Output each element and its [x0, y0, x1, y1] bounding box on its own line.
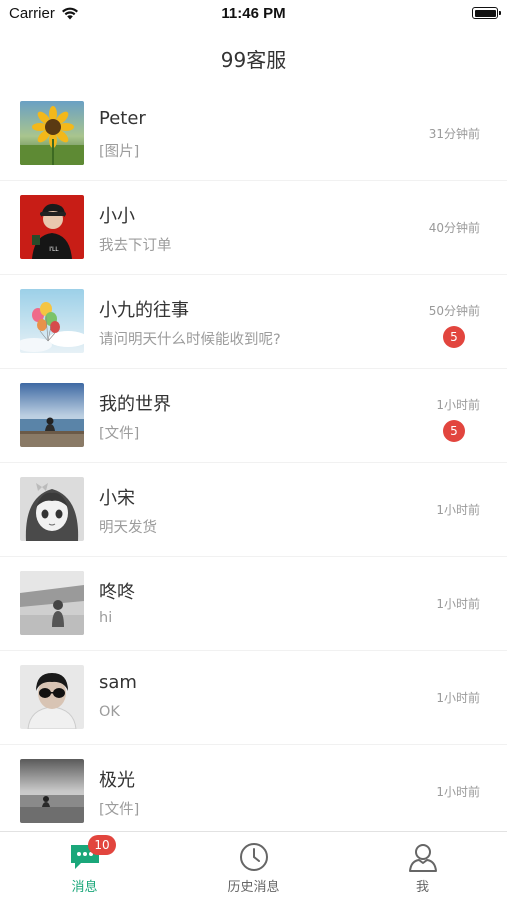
tab-unread-badge: 10 [88, 835, 116, 855]
avatar-gray-photo[interactable] [20, 571, 84, 635]
clock-icon [239, 843, 268, 871]
avatar-seaside[interactable] [20, 383, 84, 447]
status-time: 11:46 PM [221, 5, 286, 22]
conversation-row-sam[interactable]: sam OK 1小时前 [0, 651, 507, 745]
conversation-time: 1小时前 [436, 597, 480, 611]
conversation-preview: [文件] [99, 802, 140, 818]
avatar-balloons[interactable] [20, 289, 84, 353]
person-icon [408, 844, 437, 872]
conversation-preview: hi [99, 610, 113, 626]
conversation-name: 咚咚 [99, 582, 135, 603]
conversation-row-xiaojiu[interactable]: 小九的往事 请问明天什么时候能收到呢? 50分钟前 5 [0, 275, 507, 369]
tab-label: 消息 [71, 880, 98, 895]
tab-history[interactable]: 历史消息 [169, 832, 338, 901]
conversation-preview: 请问明天什么时候能收到呢? [99, 332, 281, 348]
conversation-preview: 明天发货 [99, 520, 157, 536]
conversation-name: sam [99, 672, 137, 693]
avatar-anime-girl[interactable] [20, 477, 84, 541]
conversation-row-wodeshijie[interactable]: 我的世界 [文件] 1小时前 5 [0, 369, 507, 463]
avatar-sunflower[interactable] [20, 101, 84, 165]
conversation-name: 小九的往事 [99, 300, 189, 321]
conversation-row-peter[interactable]: Peter [图片] 31分钟前 [0, 87, 507, 181]
conversation-name: 小宋 [99, 488, 135, 509]
tab-label: 我 [415, 880, 429, 895]
avatar-gray-seaside[interactable] [20, 759, 84, 823]
conversation-time: 50分钟前 [428, 304, 480, 318]
conversation-time: 40分钟前 [428, 221, 480, 235]
conversation-list: Peter [图片] 31分钟前 I'LL 小小 我去下订单 40分钟前 小九的… [0, 87, 507, 839]
conversation-name: 极光 [99, 770, 135, 791]
conversation-preview: 我去下订单 [99, 238, 172, 254]
page-title: 99客服 [220, 48, 287, 72]
unread-badge: 5 [443, 326, 465, 348]
conversation-name: Peter [99, 108, 146, 129]
tab-me[interactable]: 我 [338, 832, 507, 901]
conversation-time: 1小时前 [436, 503, 480, 517]
tab-label: 历史消息 [227, 880, 280, 895]
avatar-person-red[interactable]: I'LL [20, 195, 84, 259]
conversation-preview: [文件] [99, 426, 140, 442]
conversation-row-xiaoxiao[interactable]: I'LL 小小 我去下订单 40分钟前 [0, 181, 507, 275]
avatar-sunglasses[interactable] [20, 665, 84, 729]
conversation-row-jiguang[interactable]: 极光 [文件] 1小时前 [0, 745, 507, 839]
tab-messages[interactable]: 10 消息 [0, 832, 169, 901]
tab-bar: 10 消息 历史消息 我 [0, 831, 507, 901]
status-bar: Carrier 11:46 PM [0, 0, 507, 30]
conversation-time: 1小时前 [436, 785, 480, 799]
conversation-row-xiaosong[interactable]: 小宋 明天发货 1小时前 [0, 463, 507, 557]
battery-icon [472, 7, 501, 19]
svg-text:I'LL: I'LL [49, 247, 59, 253]
conversation-time: 1小时前 [436, 691, 480, 705]
conversation-preview: OK [99, 704, 120, 720]
conversation-name: 小小 [99, 206, 135, 227]
conversation-time: 1小时前 [436, 398, 480, 412]
conversation-row-dongdong[interactable]: 咚咚 hi 1小时前 [0, 557, 507, 651]
unread-badge: 5 [443, 420, 465, 442]
conversation-preview: [图片] [99, 144, 140, 160]
conversation-name: 我的世界 [99, 394, 171, 415]
conversation-time: 31分钟前 [428, 127, 480, 141]
